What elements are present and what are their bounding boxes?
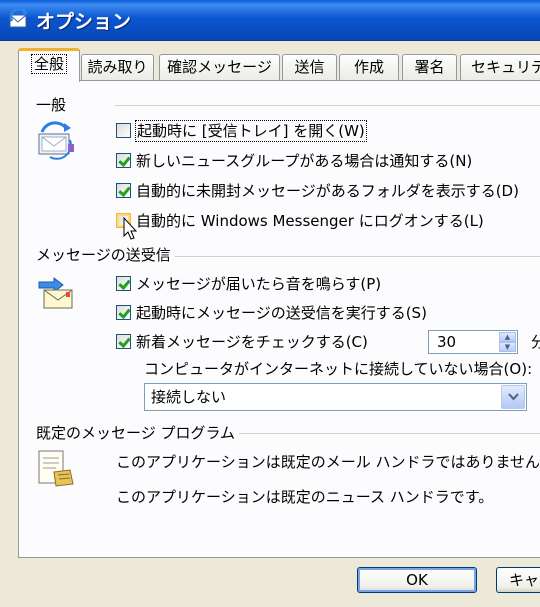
news-handler-status: このアプリケーションは既定のニュース ハンドラです。: [116, 488, 494, 506]
window-title: オプション: [36, 11, 132, 33]
messenger-logon-label: 自動的に Windows Messenger にログオンする(L): [136, 212, 484, 230]
notify-newsgroups-label: 新しいニュースグループがある場合は通知する(N): [136, 152, 473, 170]
spinner-buttons: ▲ ▼: [499, 332, 516, 352]
play-sound-label: メッセージが届いたら音を鳴らす(P): [136, 275, 382, 293]
open-inbox-label: 起動時に [受信トレイ] を開く(W): [135, 120, 367, 142]
section-title-send-receive: メッセージの送受信: [36, 244, 175, 265]
notify-newsgroups-checkbox[interactable]: [116, 153, 131, 168]
section-divider: [226, 433, 540, 434]
mail-handler-status: このアプリケーションは既定のメール ハンドラではありません。: [116, 453, 540, 471]
title-bar[interactable]: オプション: [0, 0, 540, 41]
send-receive-startup-label: 起動時にメッセージの送受信を実行する(S): [136, 304, 427, 322]
tab-strip: 全般 読み取り 確認メッセージ 送信 作成 署名 セキュリティ: [0, 48, 540, 82]
show-unread-folders-label: 自動的に未開封メッセージがあるフォルダを表示する(D): [136, 182, 519, 200]
send-receive-startup-checkbox[interactable]: [116, 305, 131, 320]
offline-behavior-value: 接続しない: [151, 388, 227, 406]
check-new-messages-checkbox[interactable]: [116, 334, 131, 349]
offline-behavior-label: コンピュータがインターネットに接続していない場合(O):: [144, 360, 533, 378]
section-title-default-programs: 既定のメッセージ プログラム: [36, 422, 240, 443]
tab-general[interactable]: 全般: [18, 48, 80, 82]
mouse-pointer-icon: [123, 217, 138, 240]
tab-read[interactable]: 読み取り: [81, 54, 154, 80]
spin-up-icon[interactable]: ▲: [499, 332, 516, 342]
tab-compose[interactable]: 作成: [339, 54, 399, 80]
ok-button[interactable]: OK: [357, 567, 477, 593]
send-receive-icon: [38, 276, 73, 309]
check-new-messages-label: 新着メッセージをチェックする(C): [136, 333, 368, 351]
section-divider: [170, 256, 540, 257]
mail-folder-icon: [38, 121, 74, 160]
check-interval-spinner[interactable]: 30 ▲ ▼: [428, 330, 518, 354]
open-inbox-checkbox[interactable]: [116, 123, 131, 138]
tab-receipts[interactable]: 確認メッセージ: [159, 54, 280, 80]
interval-unit-label: 分: [531, 333, 540, 351]
dropdown-arrow-icon[interactable]: [501, 385, 525, 409]
spin-down-icon[interactable]: ▼: [499, 342, 516, 352]
offline-behavior-select[interactable]: 接続しない: [144, 383, 527, 411]
tab-signatures[interactable]: 署名: [402, 54, 457, 80]
section-title-general: 一般: [36, 94, 71, 115]
default-program-icon: [38, 450, 74, 487]
tab-send[interactable]: 送信: [282, 54, 337, 80]
cancel-button[interactable]: キャンセル: [496, 567, 540, 593]
check-interval-value: 30: [437, 333, 457, 351]
show-unread-folders-checkbox[interactable]: [116, 183, 131, 198]
section-divider: [115, 105, 540, 106]
options-dialog: オプション 全般 読み取り 確認メッセージ 送信 作成 署名 セキュリティ 一般…: [0, 0, 540, 607]
play-sound-checkbox[interactable]: [116, 276, 131, 291]
tab-security[interactable]: セキュリティ: [460, 54, 540, 80]
outlook-express-icon: [9, 9, 28, 28]
